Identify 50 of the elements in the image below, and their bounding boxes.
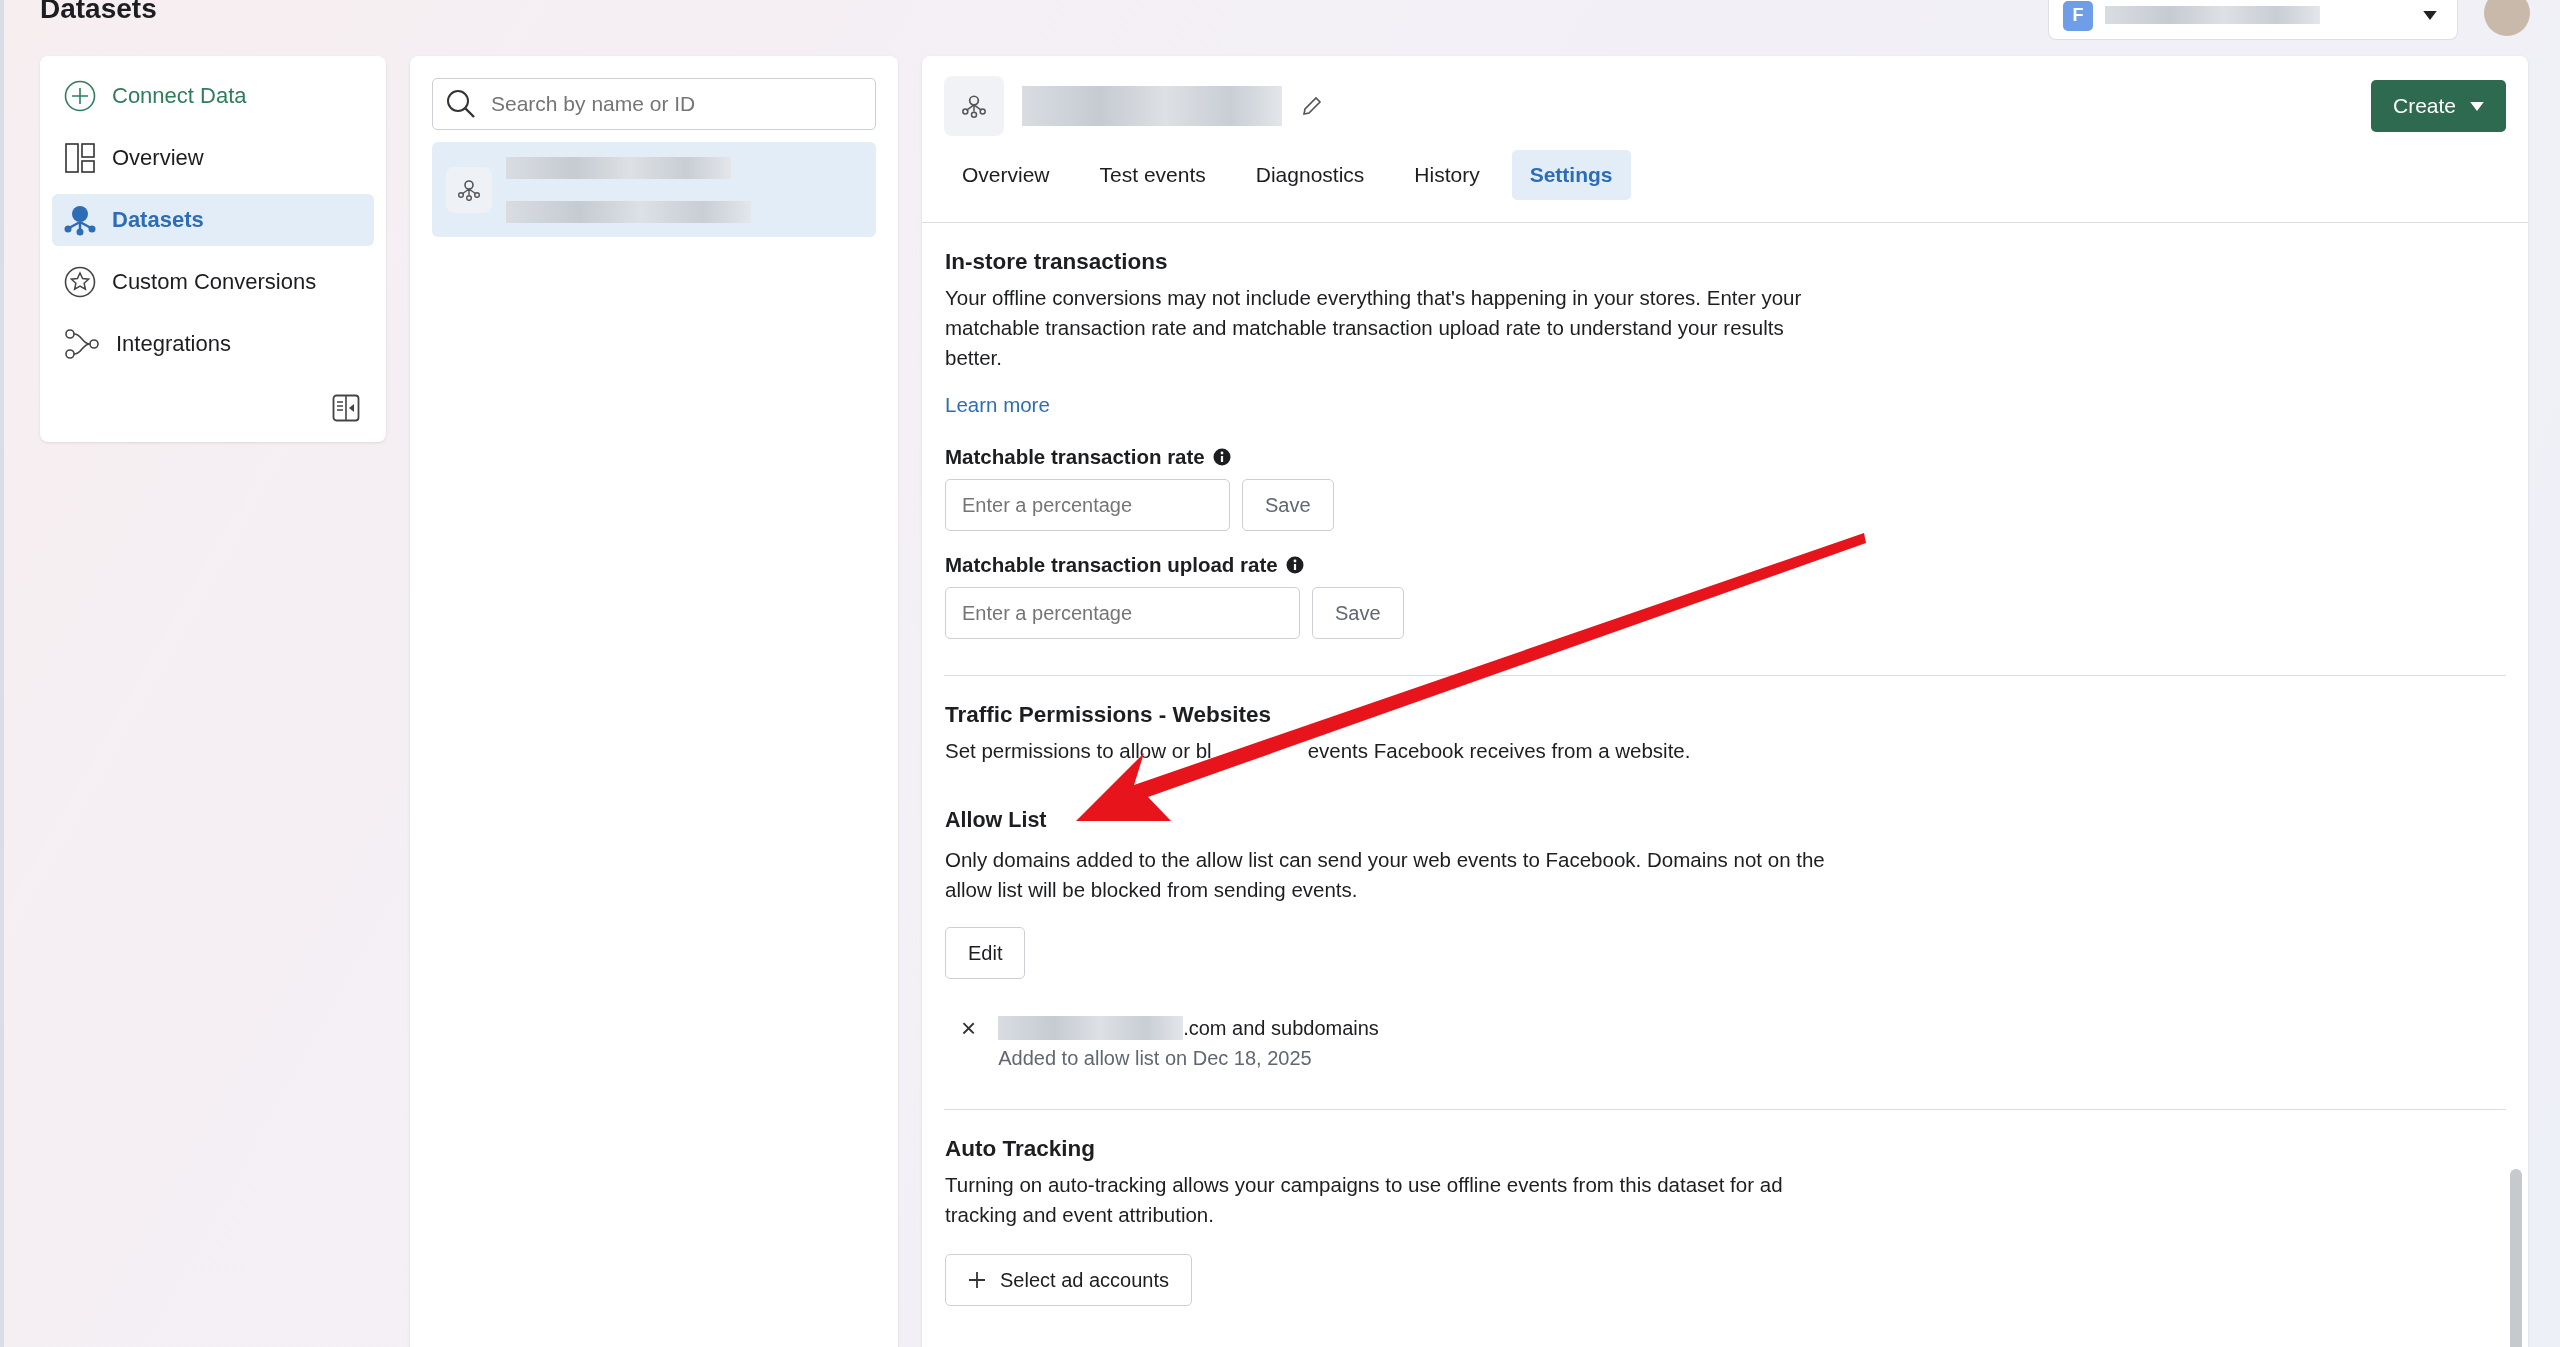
save-button[interactable]: Save: [1312, 587, 1404, 639]
integration-icon: [64, 328, 100, 360]
create-button[interactable]: Create: [2370, 80, 2506, 132]
field-label: Matchable transaction rate: [945, 445, 1205, 469]
select-ad-accounts-button[interactable]: Select ad accounts: [945, 1254, 1192, 1306]
tab[interactable]: Diagnostics: [1237, 150, 1383, 200]
subsection-heading: Allow List: [945, 808, 1048, 833]
layout-icon: [64, 142, 96, 174]
account-initial: F: [2063, 0, 2093, 31]
plus-icon: [968, 1271, 986, 1289]
edit-button[interactable]: Edit: [945, 927, 1026, 979]
save-button[interactable]: Save: [1242, 479, 1334, 531]
section-description: Set permissions to allow or bl: [945, 738, 1212, 764]
section-description: events Facebook receives from a website.: [1307, 738, 1691, 764]
sidebar-item[interactable]: Integrations: [52, 318, 374, 370]
tab[interactable]: Settings: [1511, 150, 1631, 200]
sidebar-item[interactable]: Connect Data: [52, 70, 374, 122]
info-icon[interactable]: [1285, 556, 1304, 574]
dataset-icon: [944, 76, 1004, 136]
domain-text: .com and subdomains: [1183, 1016, 1379, 1041]
section-description: Only domains added to the allow list can send your web events to Facebook. Domains not on the allow list will be blocked from sending events.: [945, 847, 1825, 903]
pencil-icon[interactable]: [1300, 94, 1324, 118]
section-heading: Traffic Permissions - Websites: [945, 702, 1272, 728]
section-heading: Auto Tracking: [945, 1136, 1097, 1162]
collapse-panel-icon[interactable]: [332, 394, 360, 422]
caret-icon: [2470, 101, 2484, 111]
remove-button[interactable]: ×: [961, 1013, 977, 1043]
added-date-text: Added to allow list on Dec 18, 2025: [998, 1046, 1313, 1071]
dataset-icon: [64, 204, 96, 236]
section-description: Your offline conversions may not include everything that's happening in your stores. Enter your matchable transaction rate and matchable transaction upload rate to understand your results better.: [945, 285, 1803, 371]
percentage-input[interactable]: Enter a percentage: [945, 479, 1230, 531]
tab[interactable]: Test events: [1081, 150, 1224, 200]
sidebar-item[interactable]: Custom Conversions: [52, 256, 374, 308]
info-icon[interactable]: [1212, 448, 1231, 466]
section-heading: In-store transactions: [945, 249, 1169, 275]
learn-more-link[interactable]: Learn more: [945, 393, 1050, 417]
sidebar-item[interactable]: Overview: [52, 132, 374, 184]
section-description: Turning on auto-tracking allows your campaigns to use offline events from this dataset for ad tracking and event attribution.: [945, 1172, 1784, 1228]
field-label: Matchable transaction upload rate: [945, 553, 1278, 577]
percentage-input[interactable]: Enter a percentage: [945, 587, 1300, 639]
caret-icon: [2423, 11, 2437, 20]
search-icon: [446, 89, 476, 119]
tab[interactable]: History: [1396, 150, 1498, 200]
tab[interactable]: Overview: [944, 150, 1068, 200]
scrollbar[interactable]: [2510, 1169, 2522, 1347]
search-field[interactable]: Search by name or ID: [432, 78, 876, 130]
dataset-icon: [446, 166, 492, 213]
star-circle-icon: [64, 266, 96, 298]
plus-circle-icon: [64, 80, 96, 112]
sidebar-item[interactable]: Datasets: [52, 194, 374, 246]
